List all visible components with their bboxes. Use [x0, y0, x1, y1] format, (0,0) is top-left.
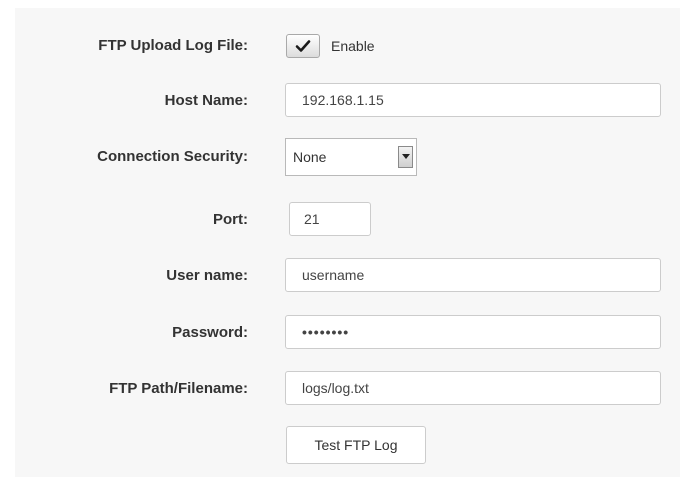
- ftp-upload-label: FTP Upload Log File:: [98, 37, 248, 54]
- ftp-upload-row: FTP Upload Log File: Enable: [15, 28, 680, 64]
- chevron-down-icon[interactable]: [398, 146, 413, 168]
- port-label: Port:: [213, 211, 248, 228]
- password-label: Password:: [172, 324, 248, 341]
- enable-checkbox[interactable]: [286, 34, 320, 58]
- password-row: Password: ••••••••: [15, 315, 680, 351]
- test-button-row: Test FTP Log: [15, 426, 680, 464]
- user-name-label: User name:: [166, 267, 248, 284]
- connection-security-select[interactable]: None: [285, 138, 417, 176]
- enable-checkbox-label[interactable]: Enable: [331, 28, 375, 64]
- host-name-label: Host Name:: [164, 92, 248, 109]
- port-row: Port: 21: [15, 202, 680, 238]
- port-input[interactable]: 21: [289, 202, 371, 236]
- user-name-input[interactable]: username: [285, 258, 661, 292]
- password-input[interactable]: ••••••••: [285, 315, 661, 349]
- connection-security-label: Connection Security:: [97, 148, 248, 165]
- host-name-input[interactable]: 192.168.1.15: [285, 83, 661, 117]
- ftp-path-input[interactable]: logs/log.txt: [285, 371, 661, 405]
- test-ftp-log-button[interactable]: Test FTP Log: [286, 426, 426, 464]
- ftp-path-row: FTP Path/Filename: logs/log.txt: [15, 371, 680, 407]
- user-name-row: User name: username: [15, 258, 680, 294]
- ftp-path-label: FTP Path/Filename:: [109, 380, 248, 397]
- ftp-settings-panel: FTP Upload Log File: Enable Host Name: 1…: [15, 8, 680, 477]
- connection-security-value: None: [293, 149, 327, 165]
- connection-security-row: Connection Security: None: [15, 138, 680, 176]
- checkmark-icon: [295, 40, 311, 52]
- host-name-row: Host Name: 192.168.1.15: [15, 83, 680, 119]
